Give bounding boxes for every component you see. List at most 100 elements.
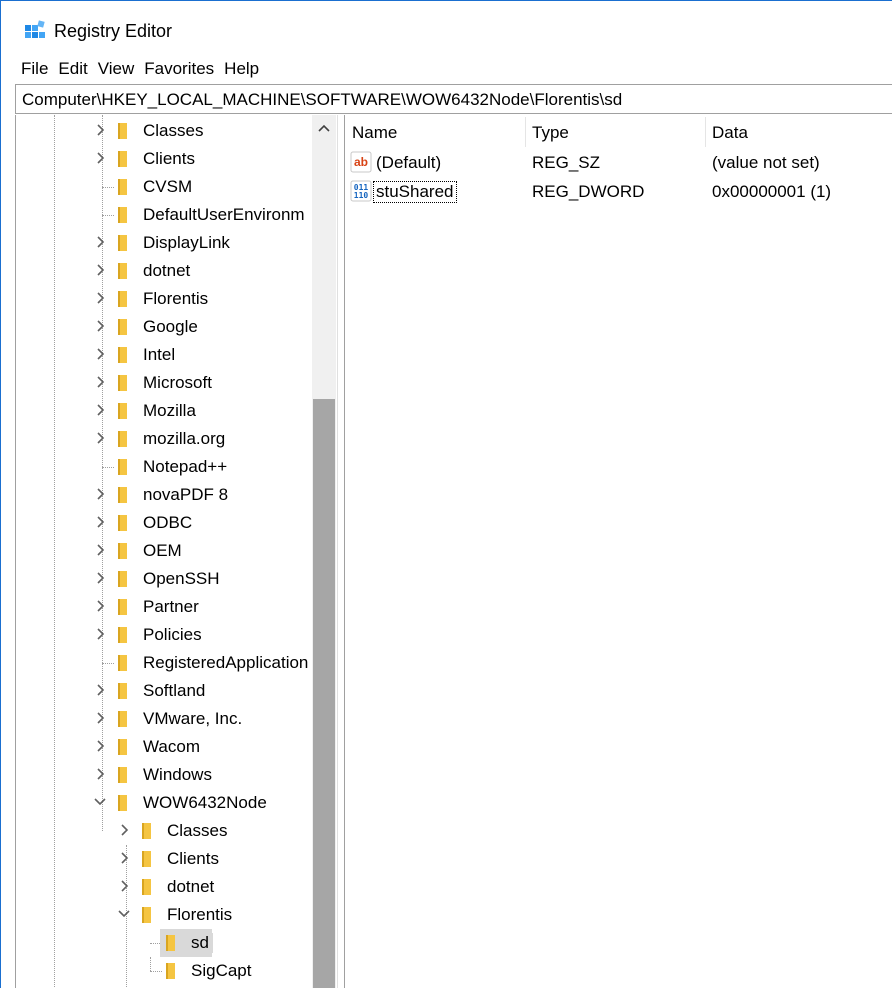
chevron-right-icon[interactable] <box>94 627 106 641</box>
menu-help[interactable]: Help <box>219 55 264 83</box>
column-type[interactable]: Type <box>525 115 569 149</box>
tree-item[interactable]: sd <box>16 929 312 957</box>
column-data[interactable]: Data <box>705 115 748 149</box>
tree-item[interactable]: Policies <box>16 621 312 649</box>
chevron-right-icon[interactable] <box>94 151 106 165</box>
chevron-down-icon[interactable] <box>94 795 106 809</box>
tree-item-label: RegisteredApplication <box>143 653 309 672</box>
chevron-right-icon[interactable] <box>94 599 106 613</box>
tree-item[interactable]: novaPDF 8 <box>16 481 312 509</box>
folder-icon <box>142 823 151 839</box>
tree-item[interactable]: Microsoft <box>16 369 312 397</box>
menu-file[interactable]: File <box>16 55 53 83</box>
folder-icon <box>118 655 127 671</box>
tree-item-label: Microsoft <box>143 373 212 392</box>
chevron-right-icon[interactable] <box>94 291 106 305</box>
tree-connector <box>102 187 114 188</box>
folder-icon <box>118 795 127 811</box>
tree-item[interactable]: Clients <box>16 845 312 873</box>
folder-icon <box>118 543 127 559</box>
tree-scrollbar[interactable] <box>312 115 336 988</box>
value-name: (Default) <box>376 153 442 172</box>
folder-icon <box>118 235 127 251</box>
chevron-right-icon[interactable] <box>118 851 130 865</box>
tree-item[interactable]: RegisteredApplication <box>16 649 312 677</box>
chevron-right-icon[interactable] <box>94 543 106 557</box>
tree-item[interactable]: CVSM <box>16 173 312 201</box>
folder-icon <box>118 403 127 419</box>
key-tree[interactable]: Classes Clients CVSM DefaultUserEnvironm Dis… <box>15 115 337 988</box>
chevron-right-icon[interactable] <box>94 123 106 137</box>
folder-icon <box>142 879 151 895</box>
chevron-right-icon[interactable] <box>94 347 106 361</box>
chevron-right-icon[interactable] <box>94 683 106 697</box>
menu-edit[interactable]: Edit <box>53 55 92 83</box>
tree-item-label: Clients <box>167 849 219 868</box>
chevron-right-icon[interactable] <box>94 375 106 389</box>
chevron-right-icon[interactable] <box>94 739 106 753</box>
tree-item[interactable]: Mozilla <box>16 397 312 425</box>
tree-item[interactable]: Google <box>16 313 312 341</box>
tree-item-label: Google <box>143 317 198 336</box>
tree-item[interactable]: Classes <box>16 117 312 145</box>
tree-item[interactable]: Intel <box>16 341 312 369</box>
value-row[interactable]: 011 110 stuShared REG_DWORD 0x00000001 (… <box>345 178 892 207</box>
value-row[interactable]: ab (Default) REG_SZ (value not set) <box>345 149 892 178</box>
tree-item-label: CVSM <box>143 177 193 196</box>
tree-item[interactable]: Wacom <box>16 733 312 761</box>
chevron-right-icon[interactable] <box>94 515 106 529</box>
value-data: (value not set) <box>712 153 820 172</box>
tree-item-label: DisplayLink <box>143 233 230 252</box>
column-name[interactable]: Name <box>345 115 397 149</box>
title-bar[interactable]: Registry Editor <box>1 1 892 53</box>
tree-item[interactable]: Softland <box>16 677 312 705</box>
folder-icon <box>118 571 127 587</box>
tree-item[interactable]: mozilla.org <box>16 425 312 453</box>
chevron-right-icon[interactable] <box>94 487 106 501</box>
address-bar[interactable]: Computer\HKEY_LOCAL_MACHINE\SOFTWARE\WOW… <box>15 84 892 114</box>
value-type: REG_SZ <box>532 153 601 172</box>
chevron-right-icon[interactable] <box>94 767 106 781</box>
tree-item[interactable]: OEM <box>16 537 312 565</box>
tree-item[interactable]: Classes <box>16 817 312 845</box>
menu-favorites[interactable]: Favorites <box>139 55 219 83</box>
chevron-down-icon[interactable] <box>118 907 130 921</box>
folder-icon <box>142 851 151 867</box>
tree-item[interactable]: DefaultUserEnvironm <box>16 201 312 229</box>
chevron-right-icon[interactable] <box>94 431 106 445</box>
folder-icon <box>118 683 127 699</box>
tree-item[interactable]: DisplayLink <box>16 229 312 257</box>
tree-item[interactable]: Florentis <box>16 901 312 929</box>
chevron-right-icon[interactable] <box>118 823 130 837</box>
tree-item[interactable]: Clients <box>16 145 312 173</box>
chevron-right-icon[interactable] <box>94 571 106 585</box>
tree-item-label: Softland <box>143 681 206 700</box>
tree-item[interactable]: Notepad++ <box>16 453 312 481</box>
pane-splitter[interactable] <box>337 115 345 988</box>
tree-item[interactable]: SigCapt <box>16 957 312 985</box>
values-list[interactable]: Name Type Data ab (Default) REG_SZ (valu… <box>345 115 892 988</box>
tree-item[interactable]: Florentis <box>16 285 312 313</box>
folder-icon <box>118 179 127 195</box>
column-header: Name Type Data <box>345 115 892 149</box>
tree-item[interactable]: OpenSSH <box>16 565 312 593</box>
tree-item-label: ODBC <box>143 513 193 532</box>
tree-item[interactable]: ODBC <box>16 509 312 537</box>
tree-item[interactable]: Windows <box>16 761 312 789</box>
folder-icon <box>142 907 151 923</box>
tree-item[interactable]: VMware, Inc. <box>16 705 312 733</box>
chevron-right-icon[interactable] <box>94 403 106 417</box>
tree-item[interactable]: dotnet <box>16 257 312 285</box>
tree-item[interactable]: WOW6432Node <box>16 789 312 817</box>
chevron-right-icon[interactable] <box>94 319 106 333</box>
chevron-right-icon[interactable] <box>94 711 106 725</box>
scroll-up-button[interactable] <box>312 115 336 141</box>
tree-item-label: Wacom <box>143 737 200 756</box>
tree-item[interactable]: Partner <box>16 593 312 621</box>
chevron-right-icon[interactable] <box>94 263 106 277</box>
chevron-right-icon[interactable] <box>94 235 106 249</box>
chevron-right-icon[interactable] <box>118 879 130 893</box>
menu-view[interactable]: View <box>93 55 140 83</box>
scroll-thumb[interactable] <box>313 399 335 988</box>
tree-item[interactable]: dotnet <box>16 873 312 901</box>
